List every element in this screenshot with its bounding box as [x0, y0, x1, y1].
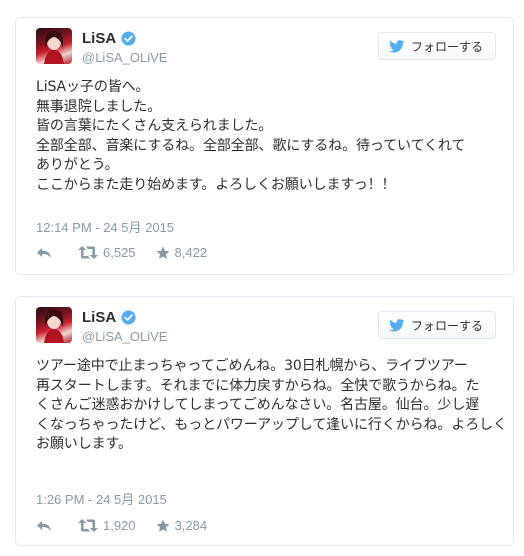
display-name[interactable]: LiSA [82, 30, 116, 47]
display-name-row[interactable]: LiSA [82, 309, 167, 326]
tweet-actions: 6,525 8,422 [36, 245, 207, 260]
follow-button[interactable]: フォローする [377, 32, 496, 60]
favorite-button[interactable]: 3,284 [156, 518, 208, 533]
tweet-text-line: ツアー途中で止まっちゃってごめんね。30日札幌から、ライブツアー [36, 358, 468, 374]
tweet-text-line: お願いします。 [36, 436, 132, 452]
tweet-card: LiSA @LiSA_OLiVE フォローする ツアー途中で止まっちゃってごめん… [15, 296, 514, 546]
display-name-row[interactable]: LiSA [82, 30, 167, 47]
tweet-text-line: くさんご迷惑おかけしてしまってごめんなさい。名古屋。仙台。少し遅 [36, 397, 480, 413]
tweet-text-line: 全部全部、音楽にするね。全部全部、歌にするね。待っていてくれて [36, 137, 466, 154]
tweet-actions: 1,920 3,284 [36, 518, 207, 533]
reply-button[interactable] [36, 247, 52, 259]
tweet-text-line: 皆の言葉にたくさん支えられました。 [36, 118, 273, 134]
favorite-button[interactable]: 8,422 [156, 245, 208, 260]
tweet-text-line: ここからまた走り始めます。よろしくお願いしますっ！！ [36, 176, 396, 193]
tweet-text-line: LiSAッ子の皆へ。 [36, 79, 150, 95]
tweet-timestamp[interactable]: 1:26 PM - 24 5月 2015 [36, 489, 167, 508]
follow-button[interactable]: フォローする [377, 311, 496, 339]
twitter-bird-icon [389, 39, 405, 53]
reply-button[interactable] [36, 520, 52, 532]
display-name[interactable]: LiSA [82, 309, 116, 326]
favorite-count: 3,284 [174, 518, 208, 533]
favorite-star-icon [156, 519, 170, 532]
user-handle[interactable]: @LiSA_OLiVE [82, 50, 167, 65]
reply-icon [37, 247, 51, 258]
retweet-count: 1,920 [103, 518, 136, 533]
avatar[interactable] [36, 307, 72, 343]
follow-button-label: フォローする [410, 39, 483, 54]
retweet-count: 6,525 [103, 245, 136, 260]
reply-icon [37, 520, 51, 531]
favorite-star-icon [156, 246, 170, 259]
follow-button-label: フォローする [410, 318, 483, 333]
verified-badge-icon [121, 310, 136, 325]
tweet-card: LiSA @LiSA_OLiVE フォローする LiSAッ子の皆へ。 無事退院し… [15, 17, 514, 275]
retweet-icon [78, 246, 98, 259]
tweet-text-line: 再スタートします。それまでに体力戻すからね。全快で歌うからね。た [36, 377, 480, 394]
tweet-text: ツアー途中で止まっちゃってごめんね。30日札幌から、ライブツアー 再スタートしま… [36, 357, 507, 455]
twitter-bird-icon [389, 318, 405, 332]
tweet-timestamp[interactable]: 12:14 PM - 24 5月 2015 [36, 217, 174, 236]
verified-badge-icon [121, 31, 136, 46]
retweet-icon [78, 519, 98, 532]
tweet-text-line: くなっちゃったけど、もっとパワーアップして逢いに行くからね。よろしく [36, 416, 507, 433]
tweet-text: LiSAッ子の皆へ。 無事退院しました。 皆の言葉にたくさん支えられました。 全… [36, 78, 495, 195]
retweet-button[interactable]: 6,525 [78, 245, 136, 260]
tweet-text-line: ありがとう。 [36, 157, 119, 173]
avatar[interactable] [36, 28, 72, 64]
tweet-text-line: 無事退院しました。 [36, 98, 162, 115]
favorite-count: 8,422 [174, 245, 208, 260]
retweet-button[interactable]: 1,920 [78, 518, 136, 533]
user-handle[interactable]: @LiSA_OLiVE [82, 329, 167, 344]
